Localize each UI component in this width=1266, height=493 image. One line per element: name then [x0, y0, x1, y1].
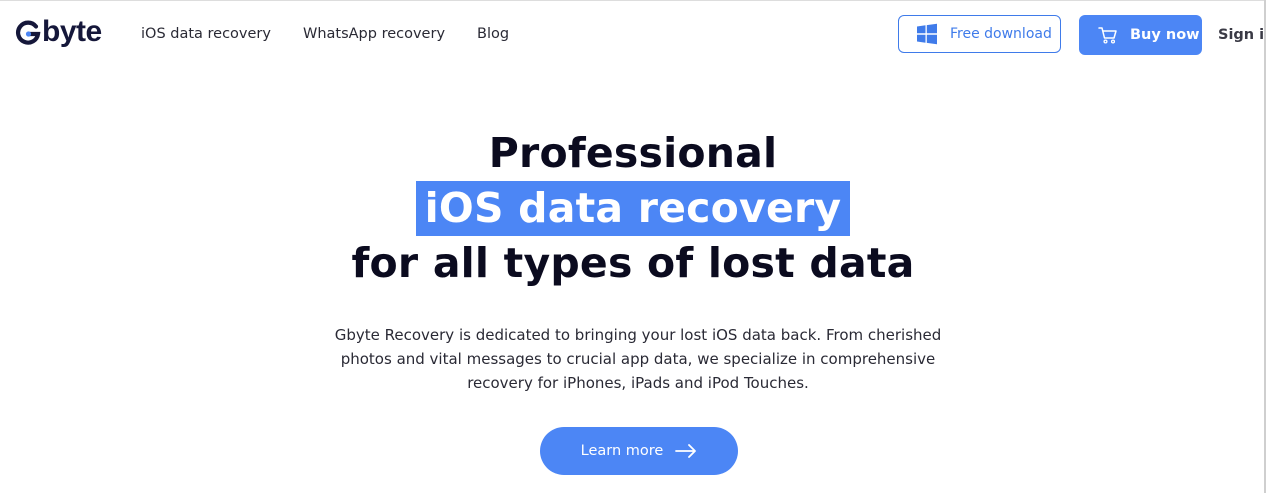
buy-now-button[interactable]: Buy now	[1079, 15, 1202, 55]
hero-section: Professional iOS data recovery for all t…	[0, 126, 1266, 291]
nav-item-blog[interactable]: Blog	[477, 23, 509, 45]
main-nav: iOS data recovery WhatsApp recovery Blog	[141, 23, 509, 45]
logo[interactable]: byte	[15, 14, 102, 50]
g-logo-icon	[16, 20, 41, 45]
learn-more-label: Learn more	[580, 443, 664, 459]
nav-item-ios-data-recovery[interactable]: iOS data recovery	[141, 23, 271, 45]
free-download-label: Free download	[950, 26, 1052, 42]
buy-now-label: Buy now	[1130, 27, 1200, 43]
logo-text: byte	[42, 15, 102, 48]
learn-more-button[interactable]: Learn more	[540, 427, 738, 475]
nav-item-whatsapp-recovery[interactable]: WhatsApp recovery	[303, 23, 445, 45]
sign-in-link[interactable]: Sign in	[1218, 24, 1266, 46]
cart-icon	[1098, 27, 1117, 44]
arrow-right-icon	[675, 444, 697, 458]
hero-title-line2: iOS data recovery	[0, 181, 1266, 236]
windows-icon	[917, 23, 937, 45]
hero-title-line1: Professional	[488, 129, 778, 177]
hero-title-highlight: iOS data recovery	[415, 181, 851, 236]
site-header: byte iOS data recovery WhatsApp recovery…	[0, 1, 1266, 67]
hero-description: Gbyte Recovery is dedicated to bringing …	[334, 326, 942, 392]
hero-title-line3: for all types of lost data	[351, 239, 915, 287]
free-download-button[interactable]: Free download	[898, 15, 1061, 53]
